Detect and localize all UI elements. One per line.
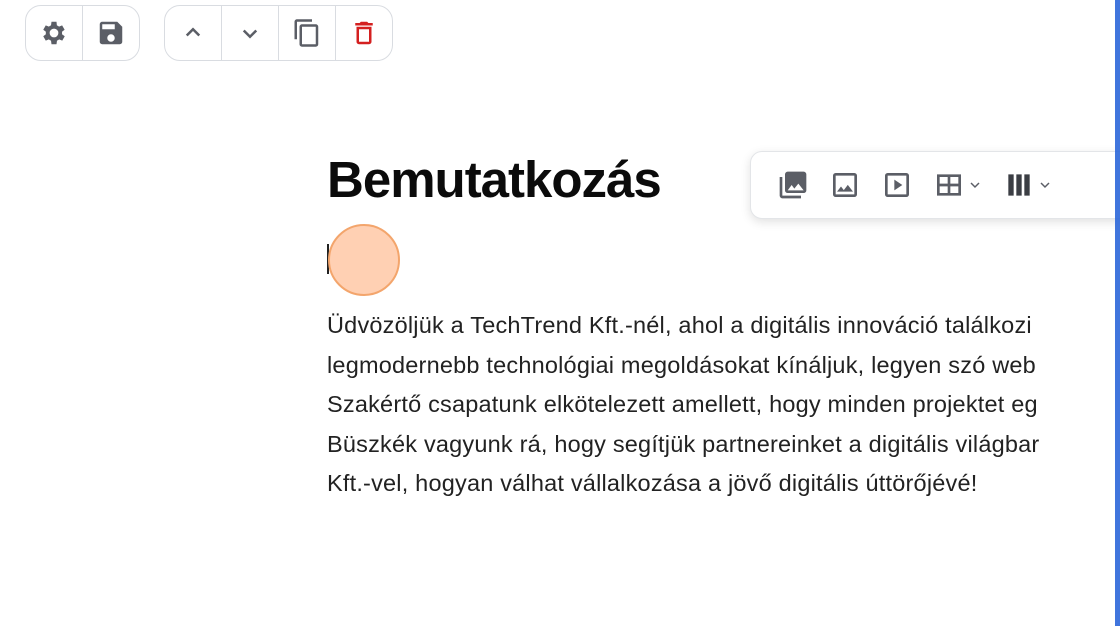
paragraph-line: legmodernebb technológiai megoldásokat k… <box>327 351 1036 378</box>
insert-video-button[interactable] <box>881 169 913 201</box>
settings-button[interactable] <box>26 6 83 60</box>
move-down-button[interactable] <box>222 6 279 60</box>
page-title[interactable]: Bemutatkozás <box>327 150 662 209</box>
columns-icon <box>1008 174 1030 196</box>
chevron-down-icon <box>242 29 258 39</box>
chevron-down-icon <box>1040 182 1050 189</box>
copy-icon <box>294 19 319 47</box>
block-controls <box>164 5 393 61</box>
paragraph-line: Büszkék vagyunk rá, hogy segítjük partne… <box>327 430 1040 457</box>
image-icon <box>833 173 857 197</box>
save-icon <box>99 21 123 45</box>
paragraph-line: Szakértő csapatunk elkötelezett amellett… <box>327 391 1038 418</box>
chevron-up-icon <box>185 27 201 37</box>
trash-icon <box>355 21 373 45</box>
move-up-button[interactable] <box>165 6 222 60</box>
gallery-icon <box>779 171 807 199</box>
duplicate-button[interactable] <box>279 6 336 60</box>
click-indicator <box>328 224 400 296</box>
insert-columns-button[interactable] <box>1003 169 1053 201</box>
insert-toolbar <box>750 151 1120 219</box>
document-controls <box>25 5 140 61</box>
video-icon <box>885 173 909 197</box>
table-icon <box>937 174 961 196</box>
intro-paragraph[interactable]: Üdvözöljük a TechTrend Kft.-nél, ahol a … <box>327 306 1120 504</box>
chevron-down-icon <box>970 182 980 189</box>
insert-image-button[interactable] <box>829 169 861 201</box>
window-edge <box>1115 0 1120 626</box>
save-button[interactable] <box>83 6 139 60</box>
gear-icon <box>43 21 65 45</box>
insert-gallery-button[interactable] <box>777 169 809 201</box>
insert-table-button[interactable] <box>933 169 983 201</box>
delete-button[interactable] <box>336 6 392 60</box>
paragraph-line: Kft.-vel, hogyan válhat vállalkozása a j… <box>327 470 978 497</box>
paragraph-line: Üdvözöljük a TechTrend Kft.-nél, ahol a … <box>327 312 1032 338</box>
